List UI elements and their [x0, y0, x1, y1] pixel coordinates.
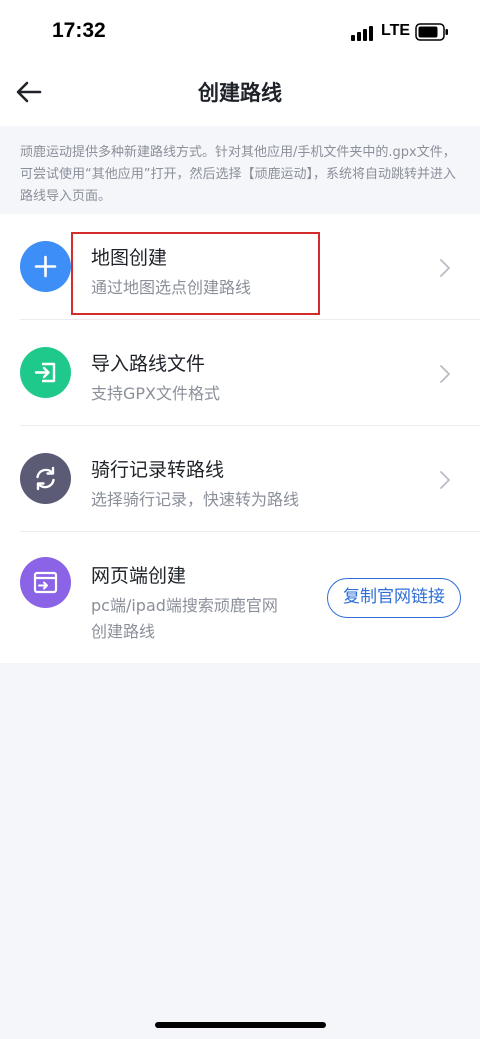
- option-description: 选择骑行记录，快速转为路线: [91, 490, 300, 509]
- home-indicator: [155, 1022, 326, 1028]
- chevron-right-icon: [440, 259, 450, 277]
- convert-icon: [20, 453, 71, 504]
- import-icon: [20, 347, 71, 398]
- signal-icon: [351, 25, 375, 41]
- status-time: 17:32: [52, 19, 106, 42]
- option-title: 网页端创建: [91, 565, 187, 587]
- chevron-right-icon: [440, 471, 450, 489]
- highlight-box: [71, 232, 320, 315]
- option-description-line1: pc端/ipad端搜索顽鹿官网: [91, 596, 278, 615]
- option-description: 支持GPX文件格式: [91, 384, 221, 403]
- plus-icon: [20, 241, 71, 292]
- option-title: 骑行记录转路线: [91, 459, 225, 481]
- web-icon: [20, 557, 71, 608]
- option-import-file[interactable]: 导入路线文件 支持GPX文件格式: [0, 320, 480, 426]
- option-ride-record[interactable]: 骑行记录转路线 选择骑行记录，快速转为路线: [0, 426, 480, 532]
- option-title: 导入路线文件: [91, 353, 206, 375]
- status-bar: 17:32 LTE: [0, 0, 480, 60]
- network-label: LTE: [381, 22, 411, 39]
- page-title: 创建路线: [198, 81, 282, 105]
- option-description-line2: 创建路线: [91, 622, 156, 641]
- battery-icon: [415, 23, 448, 41]
- screen: 17:32 LTE 创建路线 顽鹿运动提供多种新建路线方式。针对其他应用/手机文…: [0, 0, 480, 1039]
- copy-website-link-button[interactable]: 复制官网链接: [327, 578, 461, 618]
- chevron-right-icon: [440, 365, 450, 383]
- intro-text: 顽鹿运动提供多种新建路线方式。针对其他应用/手机文件夹中的.gpx文件，可尝试使…: [0, 126, 480, 214]
- nav-bar: 创建路线: [0, 60, 480, 126]
